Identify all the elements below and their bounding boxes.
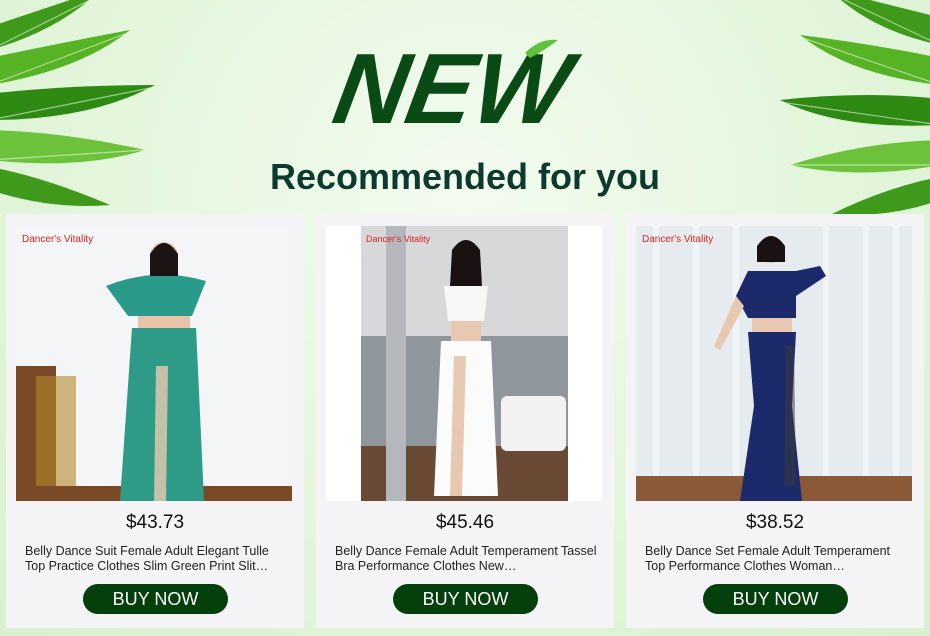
product-grid: Dancer's Vitality $43.73 Belly Dance Sui… [6, 214, 924, 628]
product-price: $43.73 [125, 512, 185, 533]
product-price: $38.52 [745, 512, 805, 533]
product-card[interactable]: Dancer's Vitality $45.46 Belly Dance Fem… [316, 214, 614, 628]
new-hero-lettering: NEW [326, 34, 587, 145]
brand-watermark: Dancer's Vitality [22, 234, 94, 245]
buy-now-button[interactable]: BUY NOW [703, 584, 848, 614]
product-card[interactable]: Dancer's Vitality $43.73 Belly Dance Sui… [6, 214, 304, 628]
new-hero-text: NEW [326, 34, 587, 145]
product-image[interactable]: Dancer's Vitality [636, 226, 912, 501]
product-title[interactable]: Belly Dance Suit Female Adult Elegant Tu… [25, 544, 287, 574]
product-title[interactable]: Belly Dance Female Adult Temperament Tas… [335, 544, 597, 574]
product-card[interactable]: Dancer's Vitality $38.52 Belly Dance Set… [626, 214, 924, 628]
product-price: $45.46 [435, 512, 495, 533]
product-title[interactable]: Belly Dance Set Female Adult Temperament… [645, 544, 907, 574]
product-photo-navy-dress [636, 226, 912, 501]
product-photo-white-dress [326, 226, 602, 501]
brand-watermark: Dancer's Vitality [642, 234, 714, 245]
product-image[interactable]: Dancer's Vitality [16, 226, 292, 501]
brand-watermark: Dancer's Vitality [366, 234, 431, 244]
page-subtitle: Recommended for you [269, 156, 661, 197]
buy-now-button[interactable]: BUY NOW [393, 584, 538, 614]
buy-now-button[interactable]: BUY NOW [83, 584, 228, 614]
product-photo-green-dress [16, 226, 292, 501]
product-image[interactable]: Dancer's Vitality [326, 226, 602, 501]
